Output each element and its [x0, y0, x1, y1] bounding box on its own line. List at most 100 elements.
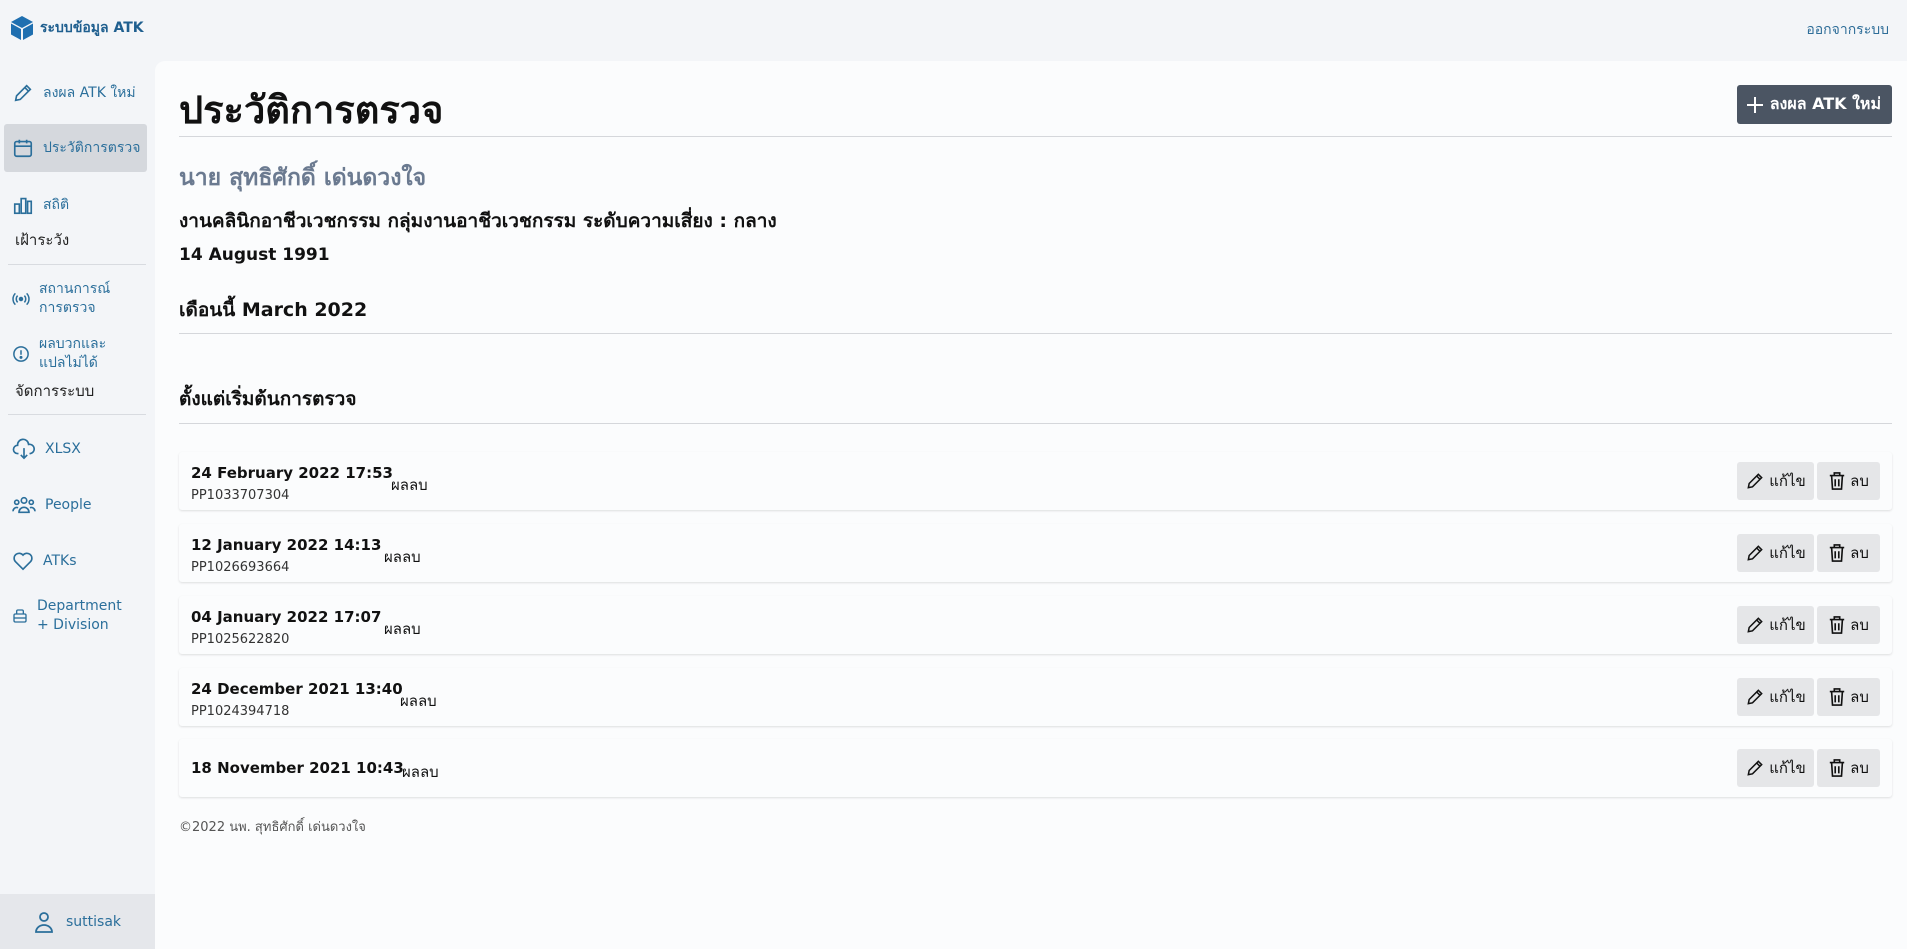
- sidebar-item-positive-unclear[interactable]: ผลบวกและแปลไม่ได้: [4, 334, 147, 374]
- sidebar-item-xlsx[interactable]: XLSX: [4, 437, 147, 461]
- sidebar-divider: [8, 414, 146, 415]
- sidebar-item-new-result[interactable]: ลงผล ATK ใหม่: [4, 82, 147, 104]
- section-label-admin: จัดการระบบ: [15, 382, 95, 400]
- edit-button-label: แก้ไข: [1769, 616, 1806, 634]
- edit-button-label: แก้ไข: [1769, 688, 1806, 706]
- pencil-icon: [1745, 543, 1765, 563]
- broadcast-icon: [12, 290, 30, 308]
- page-title: ประวัติการตรวจ: [179, 88, 444, 132]
- sidebar-item-label: สถานการณ์การตรวจ: [39, 281, 111, 316]
- logout-link[interactable]: ออกจากระบบ: [1806, 19, 1889, 41]
- sidebar-divider: [8, 264, 146, 265]
- record-id: PP1033707304: [191, 488, 290, 503]
- record-id: PP1025622820: [191, 632, 290, 647]
- alert-circle-icon: [12, 345, 30, 363]
- section-divider: [179, 423, 1892, 424]
- record-date: 12 January 2022 14:13: [191, 536, 382, 554]
- record-result: ผลลบ: [402, 763, 439, 781]
- sidebar-item-label: ผลบวกและแปลไม่ได้: [39, 336, 107, 371]
- delete-button[interactable]: ลบ: [1817, 534, 1880, 572]
- delete-button-label: ลบ: [1850, 472, 1869, 490]
- sidebar-item-history[interactable]: ประวัติการตรวจ: [4, 124, 147, 172]
- pencil-icon: [1745, 471, 1765, 491]
- delete-button-label: ลบ: [1850, 616, 1869, 634]
- this-month-heading: เดือนนี้ March 2022: [179, 299, 368, 321]
- users-icon: [12, 495, 36, 515]
- sidebar-item-test-status[interactable]: สถานการณ์การตรวจ: [4, 279, 147, 319]
- record-date: 18 November 2021 10:43: [191, 759, 404, 777]
- pencil-icon: [1745, 687, 1765, 707]
- sidebar-item-atks[interactable]: ATKs: [4, 549, 147, 573]
- delete-button-label: ลบ: [1850, 544, 1869, 562]
- calendar-icon: [12, 137, 34, 159]
- trash-icon: [1828, 687, 1846, 707]
- person-department: งานคลินิกอาชีวเวชกรรม กลุ่มงานอาชีวเวชกร…: [179, 210, 777, 232]
- record-result: ผลลบ: [391, 476, 428, 494]
- since-start-heading: ตั้งแต่เริ่มต้นการตรวจ: [179, 388, 357, 410]
- edit-button-label: แก้ไข: [1769, 544, 1806, 562]
- record-row: 18 November 2021 10:43 ผลลบ แก้ไข ลบ: [179, 739, 1892, 797]
- record-row: 24 December 2021 13:40 PP1024394718 ผลลบ…: [179, 668, 1892, 726]
- sidebar-item-label: ATKs: [43, 552, 77, 569]
- record-result: ผลลบ: [384, 620, 421, 638]
- person-name: นาย สุทธิศักดิ์ เด่นดวงใจ: [179, 165, 427, 191]
- edit-button[interactable]: แก้ไข: [1737, 749, 1814, 787]
- edit-button[interactable]: แก้ไข: [1737, 534, 1814, 572]
- footer-copyright: ©2022 นพ. สุทธิศักดิ์ เด่นดวงใจ: [179, 820, 366, 835]
- record-date: 24 December 2021 13:40: [191, 680, 403, 698]
- add-atk-button-label: ลงผล ATK ใหม่: [1769, 94, 1881, 113]
- section-divider: [179, 333, 1892, 334]
- pencil-icon: [1745, 615, 1765, 635]
- delete-button[interactable]: ลบ: [1817, 606, 1880, 644]
- record-date: 04 January 2022 17:07: [191, 608, 382, 626]
- sidebar-item-department[interactable]: Department + Division: [4, 596, 147, 636]
- pencil-icon: [12, 82, 34, 104]
- record-row: 24 February 2022 17:53 PP1033707304 ผลลบ…: [179, 452, 1892, 510]
- edit-button[interactable]: แก้ไข: [1737, 462, 1814, 500]
- sidebar-item-stats[interactable]: สถิติ: [4, 194, 147, 216]
- building-icon: [12, 608, 28, 624]
- sidebar-item-label: สถิติ: [43, 196, 70, 213]
- delete-button-label: ลบ: [1850, 759, 1869, 777]
- person-birthdate: 14 August 1991: [179, 245, 330, 265]
- bar-chart-icon: [12, 194, 34, 216]
- pencil-icon: [1745, 758, 1765, 778]
- edit-button-label: แก้ไข: [1769, 759, 1806, 777]
- cloud-download-icon: [12, 438, 36, 460]
- edit-button[interactable]: แก้ไข: [1737, 606, 1814, 644]
- sidebar: ลงผล ATK ใหม่ ประวัติการตรวจ สถิติ เฝ้าร…: [0, 60, 155, 949]
- user-menu[interactable]: suttisak: [0, 894, 155, 949]
- record-result: ผลลบ: [384, 548, 421, 566]
- sidebar-item-people[interactable]: People: [4, 493, 147, 517]
- sidebar-item-label: XLSX: [45, 440, 81, 457]
- record-id: PP1024394718: [191, 704, 290, 719]
- edit-button-label: แก้ไข: [1769, 472, 1806, 490]
- brand-title: ระบบข้อมูล ATK: [40, 20, 144, 36]
- delete-button[interactable]: ลบ: [1817, 749, 1880, 787]
- username: suttisak: [65, 913, 121, 930]
- delete-button[interactable]: ลบ: [1817, 462, 1880, 500]
- trash-icon: [1828, 615, 1846, 635]
- sidebar-item-label: People: [45, 496, 92, 513]
- delete-button-label: ลบ: [1850, 688, 1869, 706]
- delete-button[interactable]: ลบ: [1817, 678, 1880, 716]
- trash-icon: [1828, 471, 1846, 491]
- plus-icon: [1746, 96, 1764, 114]
- brand-link[interactable]: ระบบข้อมูล ATK: [10, 15, 144, 41]
- user-icon: [34, 911, 54, 933]
- title-divider: [179, 136, 1892, 137]
- trash-icon: [1828, 758, 1846, 778]
- sidebar-item-label: Department + Division: [37, 598, 122, 633]
- record-row: 04 January 2022 17:07 PP1025622820 ผลลบ …: [179, 596, 1892, 654]
- heart-icon: [12, 551, 34, 571]
- record-result: ผลลบ: [400, 692, 437, 710]
- record-date: 24 February 2022 17:53: [191, 464, 393, 482]
- section-label-watch: เฝ้าระวัง: [15, 231, 70, 249]
- record-row: 12 January 2022 14:13 PP1026693664 ผลลบ …: [179, 524, 1892, 582]
- record-id: PP1026693664: [191, 560, 290, 575]
- edit-button[interactable]: แก้ไข: [1737, 678, 1814, 716]
- add-atk-button[interactable]: ลงผล ATK ใหม่: [1736, 85, 1892, 124]
- trash-icon: [1828, 543, 1846, 563]
- cube-icon: [10, 15, 34, 41]
- sidebar-item-label: ประวัติการตรวจ: [43, 139, 141, 156]
